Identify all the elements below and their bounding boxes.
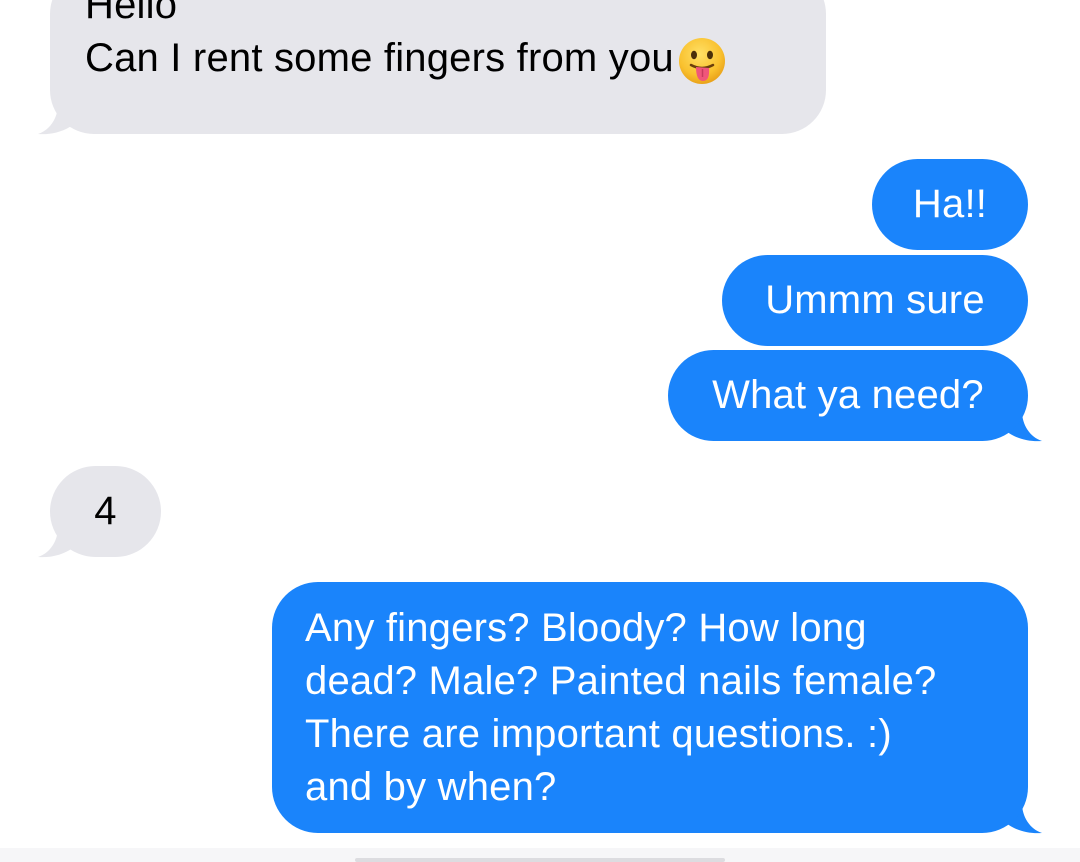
outgoing-message-bubble[interactable]: Ummm sure bbox=[722, 255, 1028, 346]
message-text: Ummm sure bbox=[765, 278, 985, 322]
message-text-line: Hello bbox=[85, 0, 178, 27]
message-text-line: Any fingers? Bloody? How long bbox=[305, 606, 867, 650]
outgoing-message-bubble[interactable]: What ya need? bbox=[668, 350, 1028, 441]
message-text-line: There are important questions. :) bbox=[305, 712, 892, 756]
message-text: Ha!! bbox=[912, 182, 988, 226]
message-thread: Hello Can I rent some fingers from you H… bbox=[0, 0, 1080, 862]
message-text-line: dead? Male? Painted nails female? bbox=[305, 659, 937, 703]
input-field-edge[interactable] bbox=[355, 858, 725, 862]
outgoing-message-bubble[interactable]: Ha!! bbox=[872, 159, 1028, 250]
incoming-message-bubble[interactable]: Hello Can I rent some fingers from you bbox=[50, 0, 826, 134]
message-text-line: and by when? bbox=[305, 765, 557, 809]
outgoing-message-bubble[interactable]: Any fingers? Bloody? How long dead? Male… bbox=[272, 582, 1028, 833]
message-text: Can I rent some fingers from you bbox=[85, 36, 674, 80]
message-text: What ya need? bbox=[712, 373, 984, 417]
face-with-tongue-icon bbox=[678, 37, 725, 84]
message-text: 4 bbox=[94, 489, 117, 533]
message-text-line: Can I rent some fingers from you bbox=[85, 32, 726, 85]
incoming-message-bubble[interactable]: 4 bbox=[50, 466, 161, 557]
